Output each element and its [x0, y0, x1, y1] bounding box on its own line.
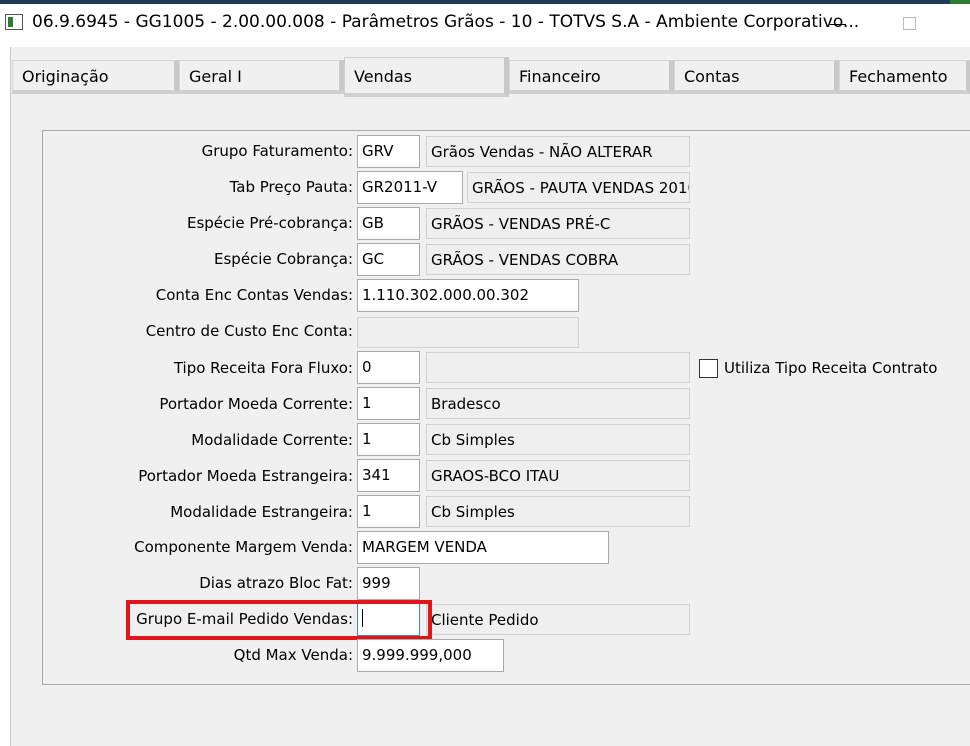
minimize-icon[interactable]	[830, 24, 846, 25]
taskbar-edge	[0, 0, 950, 4]
modalidade-corrente-desc: Cb Simples	[426, 424, 690, 455]
modalidade-corrente-input[interactable]: 1	[357, 423, 420, 456]
conta-enc-contas-vendas-label: Conta Enc Contas Vendas:	[155, 286, 353, 304]
especie-cobranca-desc: GRÃOS - VENDAS COBRA	[426, 244, 690, 275]
portador-moeda-estrangeira-desc: GRAOS-BCO ITAU	[426, 460, 690, 491]
taskbar-edge-accent	[950, 0, 970, 4]
especie-pre-cobranca-label: Espécie Pré-cobrança:	[186, 214, 353, 232]
window-title: 06.9.6945 - GG1005 - 2.00.00.008 - Parâm…	[32, 12, 860, 32]
tab-vendas[interactable]: Vendas	[344, 57, 509, 97]
centro-custo-enc-conta-input	[357, 317, 579, 348]
modalidade-estrangeira-desc: Cb Simples	[426, 496, 690, 527]
tab-financeiro[interactable]: Financeiro	[509, 60, 674, 93]
tab-preco-pauta-input[interactable]: GR2011-V	[357, 171, 463, 204]
dias-atrazo-bloc-fat-input[interactable]: 999	[357, 567, 420, 600]
grupo-faturamento-input[interactable]: GRV	[357, 135, 420, 168]
maximize-icon[interactable]	[903, 17, 916, 30]
app-window-icon	[5, 14, 23, 30]
componente-margem-venda-label: Componente Margem Venda:	[134, 538, 353, 556]
especie-pre-cobranca-input[interactable]: GB	[357, 207, 420, 240]
tipo-receita-fora-fluxo-desc	[426, 352, 690, 383]
modalidade-estrangeira-label: Modalidade Estrangeira:	[170, 503, 353, 521]
grupo-faturamento-label: Grupo Faturamento:	[201, 142, 353, 160]
grupo-email-pedido-vendas-desc: Cliente Pedido	[426, 604, 690, 635]
highlight-box	[126, 600, 432, 640]
componente-margem-venda-input[interactable]: MARGEM VENDA	[357, 531, 609, 564]
especie-pre-cobranca-desc: GRÃOS - VENDAS PRÉ-C	[426, 208, 690, 239]
grupo-faturamento-desc: Grãos Vendas - NÃO ALTERAR	[426, 136, 690, 167]
qtd-max-venda-label: Qtd Max Venda:	[233, 646, 353, 664]
title-bar: 06.9.6945 - GG1005 - 2.00.00.008 - Parâm…	[0, 0, 970, 47]
conta-enc-contas-vendas-input[interactable]: 1.110.302.000.00.302	[357, 279, 579, 312]
tab-contas[interactable]: Contas	[674, 60, 839, 93]
especie-cobranca-label: Espécie Cobrança:	[214, 250, 353, 268]
portador-moeda-corrente-desc: Bradesco	[426, 388, 690, 419]
utiliza-tipo-receita-contrato-label[interactable]: Utiliza Tipo Receita Contrato	[724, 359, 937, 377]
tab-preco-pauta-desc: GRÃOS - PAUTA VENDAS 2010	[467, 172, 690, 203]
tab-geral-i[interactable]: Geral I	[179, 60, 344, 93]
centro-custo-enc-conta-label: Centro de Custo Enc Conta:	[145, 322, 353, 340]
parameters-window: Originação Geral I Vendas Financeiro Con…	[10, 47, 970, 746]
tab-originacao[interactable]: Originação	[12, 60, 179, 93]
portador-moeda-estrangeira-input[interactable]: 341	[357, 459, 420, 492]
especie-cobranca-input[interactable]: GC	[357, 243, 420, 276]
tab-fechamento[interactable]: Fechamento	[839, 60, 970, 93]
modalidade-estrangeira-input[interactable]: 1	[357, 495, 420, 528]
qtd-max-venda-input[interactable]: 9.999.999,000	[357, 639, 504, 672]
modalidade-corrente-label: Modalidade Corrente:	[191, 431, 353, 449]
tab-preco-pauta-label: Tab Preço Pauta:	[229, 178, 353, 196]
portador-moeda-corrente-label: Portador Moeda Corrente:	[159, 395, 353, 413]
portador-moeda-corrente-input[interactable]: 1	[357, 387, 420, 420]
utiliza-tipo-receita-contrato-checkbox[interactable]	[699, 359, 718, 378]
dias-atrazo-bloc-fat-label: Dias atrazo Bloc Fat:	[199, 574, 353, 592]
tipo-receita-fora-fluxo-input[interactable]: 0	[357, 351, 420, 384]
tipo-receita-fora-fluxo-label: Tipo Receita Fora Fluxo:	[173, 359, 353, 377]
portador-moeda-estrangeira-label: Portador Moeda Estrangeira:	[138, 467, 353, 485]
